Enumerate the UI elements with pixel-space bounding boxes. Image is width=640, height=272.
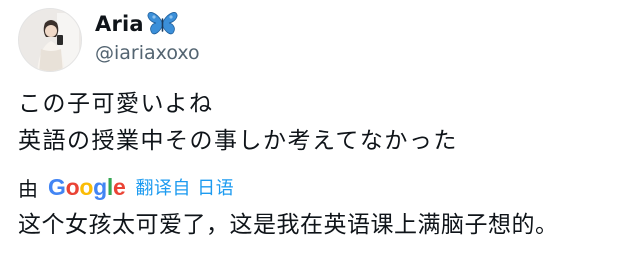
translation-attribution: 由 G o o g l e 翻译自 日语 — [18, 171, 234, 203]
display-name[interactable]: Aria — [95, 12, 144, 36]
author-name-row[interactable]: Aria — [95, 9, 178, 39]
translated-text: 这个女孩太可爱了，这是我在英语课上满脑子想的。 — [18, 212, 559, 238]
translated-by-label: 由 — [18, 176, 38, 201]
google-logo-letter: G — [48, 173, 66, 200]
google-logo-letter: o — [79, 173, 94, 200]
google-logo: G o o g l e — [48, 173, 126, 201]
google-logo-letter: g — [93, 173, 107, 200]
profile-photo-icon — [19, 9, 81, 71]
google-logo-letter: e — [112, 173, 126, 200]
avatar[interactable] — [18, 8, 82, 72]
tweet-text-line-2: 英語の授業中その事しか考えてなかった — [18, 128, 458, 154]
author-handle[interactable]: @iariaxoxo — [95, 42, 200, 64]
butterfly-icon — [147, 11, 178, 37]
tweet-text: この子可愛いよね 英語の授業中その事しか考えてなかった — [18, 86, 628, 160]
tweet-text-line-1: この子可愛いよね — [18, 91, 214, 117]
google-logo-letter: o — [65, 173, 80, 200]
tweet: Aria @iariaxoxo この子可愛いよね 英語の授業中その事しか考えてな… — [0, 0, 640, 272]
translated-from-link[interactable]: 翻译自 日语 — [135, 174, 234, 200]
